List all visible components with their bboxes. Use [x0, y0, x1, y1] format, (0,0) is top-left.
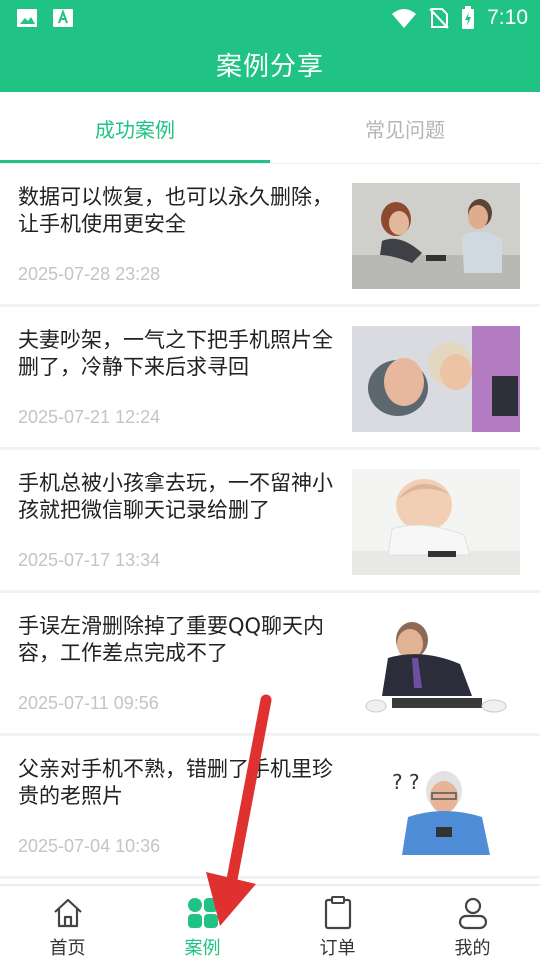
nav-profile[interactable]: 我的	[405, 886, 540, 960]
home-icon	[53, 898, 82, 928]
nav-orders[interactable]: 订单	[270, 886, 405, 960]
baby-phone-photo	[352, 469, 520, 575]
list-item[interactable]: 手机总被小孩拿去玩，一不留神小孩就把微信聊天记录给删了 2025-07-17 1…	[0, 450, 540, 593]
battery-charging-icon	[462, 6, 475, 29]
case-date: 2025-07-17 13:34	[18, 550, 161, 570]
case-date: 2025-07-28 23:28	[18, 264, 161, 284]
list-item[interactable]: 夫妻吵架，一气之下把手机照片全删了，冷静下来后求寻回 2025-07-21 12…	[0, 307, 540, 450]
status-bar: 7:10	[0, 0, 540, 36]
case-title: 夫妻吵架，一气之下把手机照片全删了，冷静下来后求寻回	[18, 328, 333, 379]
case-title: 手机总被小孩拿去玩，一不留神小孩就把微信聊天记录给删了	[18, 471, 333, 522]
tab-bar: 成功案例 常见问题	[0, 92, 540, 164]
case-list: 数据可以恢复，也可以永久删除，让手机使用更安全 2025-07-28 23:28…	[0, 164, 540, 879]
tab-faq[interactable]: 常见问题	[270, 92, 540, 164]
tab-label: 成功案例	[95, 117, 175, 142]
bottom-nav: 首页 案例 订单 我的	[0, 884, 540, 960]
font-icon	[53, 9, 73, 27]
page-title: 案例分享	[215, 51, 324, 82]
user-icon	[458, 897, 487, 930]
status-time: 7:10	[487, 6, 528, 29]
case-date: 2025-07-04 10:36	[18, 836, 161, 856]
case-date: 2025-07-11 09:56	[18, 693, 159, 713]
nav-label: 首页	[49, 938, 86, 959]
old-man-phone-photo: ? ?	[352, 755, 520, 861]
nav-label: 案例	[184, 938, 221, 959]
couple-lying-photo	[352, 326, 520, 432]
nav-label: 我的	[454, 938, 491, 959]
tab-success-cases[interactable]: 成功案例	[0, 92, 270, 164]
no-sim-icon	[429, 8, 449, 29]
wifi-icon	[392, 9, 417, 28]
nav-label: 订单	[319, 938, 356, 959]
list-item[interactable]: 数据可以恢复，也可以永久删除，让手机使用更安全 2025-07-28 23:28	[0, 164, 540, 307]
case-date: 2025-07-21 12:24	[18, 407, 161, 427]
list-item[interactable]: 父亲对手机不熟，错删了手机里珍贵的老照片 2025-07-04 10:36 ? …	[0, 736, 540, 879]
couple-phone-photo	[352, 183, 520, 289]
tab-label: 常见问题	[365, 117, 445, 142]
clipboard-icon	[324, 896, 351, 930]
list-item[interactable]: 手误左滑删除掉了重要QQ聊天内容，工作差点完成不了 2025-07-11 09:…	[0, 593, 540, 736]
image-icon	[17, 9, 37, 27]
case-title: 数据可以恢复，也可以永久删除，让手机使用更安全	[18, 185, 333, 236]
cases-grid-icon	[187, 898, 218, 928]
active-tab-indicator	[0, 160, 270, 163]
nav-home[interactable]: 首页	[0, 886, 135, 960]
svg-text:? ?: ? ?	[392, 770, 420, 794]
nav-cases[interactable]: 案例	[135, 886, 270, 960]
case-title: 手误左滑删除掉了重要QQ聊天内容，工作差点完成不了	[18, 614, 325, 665]
stressed-worker-photo	[352, 612, 520, 718]
case-title: 父亲对手机不熟，错删了手机里珍贵的老照片	[18, 757, 333, 808]
app-header: 案例分享	[0, 36, 540, 92]
